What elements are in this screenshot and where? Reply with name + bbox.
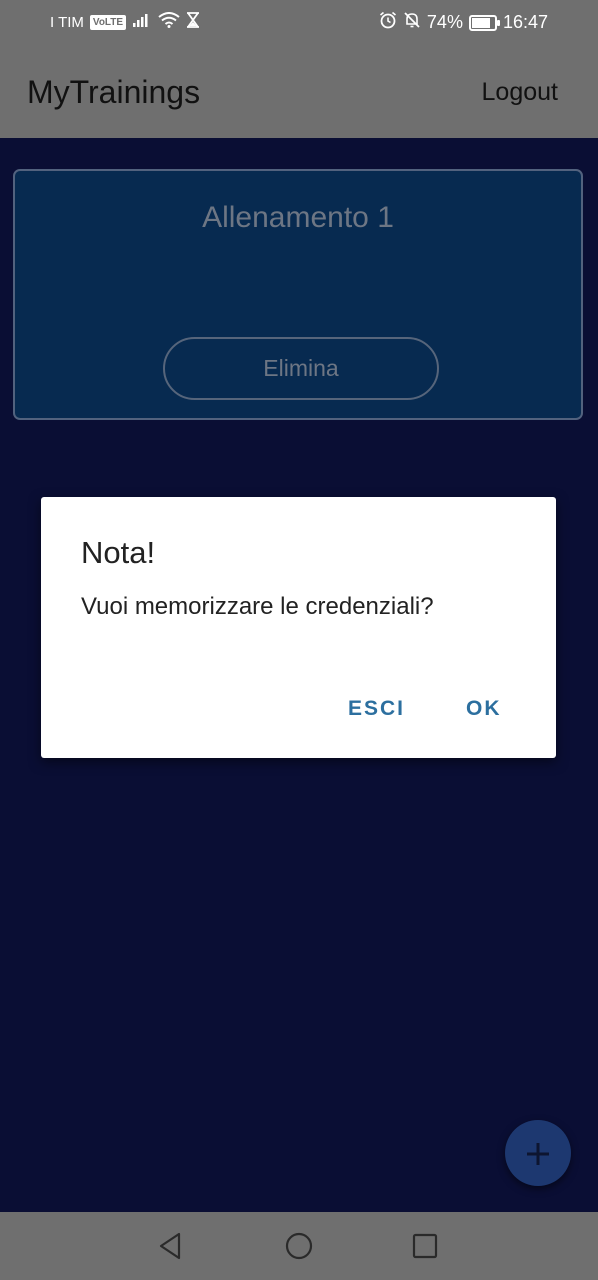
recent-apps-button[interactable] [407,1228,443,1264]
back-icon [159,1232,181,1260]
cancel-button[interactable]: ESCI [348,697,405,721]
training-card[interactable]: Allenamento 1 Elimina [13,169,583,420]
plus-icon [527,1143,549,1165]
add-training-button[interactable] [505,1120,571,1186]
hourglass-icon [186,12,200,33]
home-icon [285,1232,313,1260]
battery-percent: 74% [426,12,463,32]
ok-button[interactable]: OK [466,697,502,721]
volte-badge: VoLTE [89,15,127,30]
signal-icon [132,12,152,33]
delete-button[interactable]: Elimina [163,337,439,400]
logout-button[interactable]: Logout [482,78,558,107]
home-button[interactable] [281,1228,317,1264]
app-title: MyTrainings [27,74,201,110]
wifi-icon [158,12,180,33]
dialog-title: Nota! [81,535,156,570]
status-bar: I TIM VoLTE 74% 16:47 [0,0,598,44]
battery-level [471,17,490,28]
alarm-icon [379,11,397,34]
dialog-message: Vuoi memorizzare le credenziali? [81,593,434,620]
clock: 16:47 [502,12,548,32]
back-button[interactable] [153,1228,189,1264]
status-bar-right: 74% 16:47 [379,11,548,34]
battery-icon [468,14,500,31]
carrier-label: I TIM [50,14,84,31]
navigation-bar [0,1212,598,1280]
status-bar-left: I TIM VoLTE [50,12,200,33]
save-credentials-dialog: Nota! Vuoi memorizzare le credenziali? E… [41,497,556,758]
bell-off-icon [403,11,421,34]
app-bar: MyTrainings Logout [0,44,598,138]
training-title: Allenamento 1 [202,201,394,234]
recent-apps-icon [412,1233,438,1259]
